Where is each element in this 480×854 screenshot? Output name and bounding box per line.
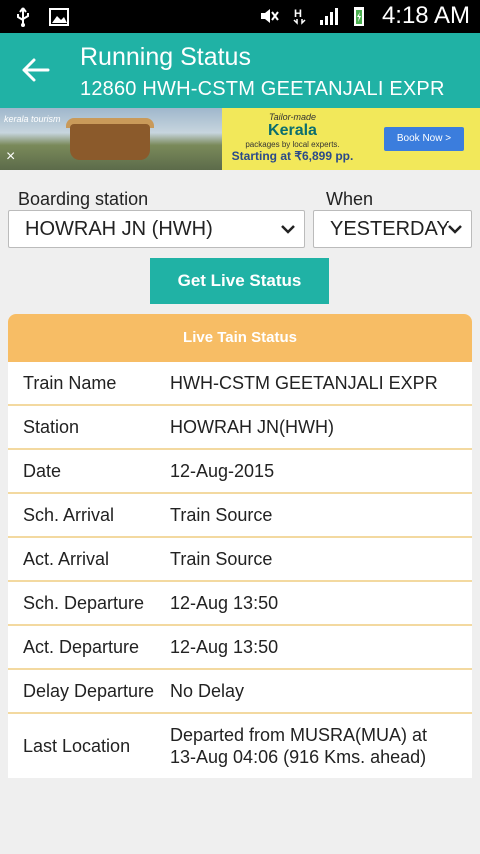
chevron-down-icon xyxy=(281,225,295,234)
row-value: 12-Aug 13:50 xyxy=(170,593,279,613)
when-value: YESTERDAY xyxy=(330,218,450,240)
back-arrow-icon[interactable] xyxy=(20,55,54,85)
row-label: Sch. Arrival xyxy=(23,504,115,525)
when-select[interactable]: YESTERDAY xyxy=(313,210,472,248)
svg-text:H: H xyxy=(294,8,302,20)
boarding-station-value: HOWRAH JN (HWH) xyxy=(25,218,213,240)
usb-icon xyxy=(17,7,29,27)
row-value: HOWRAH JN(HWH) xyxy=(170,417,334,437)
ad-houseboat-image: kerala tourism × xyxy=(0,108,222,170)
table-row: Last Location Departed from MUSRA(MUA) at… xyxy=(8,714,472,778)
table-row: Act. Arrival Train Source xyxy=(8,538,472,582)
status-bar: H 4:18 AM xyxy=(0,0,480,33)
live-status-table: Live Tain Status Train Name HWH-CSTM GEET… xyxy=(8,314,472,778)
chevron-down-icon xyxy=(447,223,463,235)
table-header: Live Tain Status xyxy=(8,314,472,362)
row-value: Departed from MUSRA(MUA) at 13-Aug 04:06… xyxy=(170,725,428,767)
signal-icon xyxy=(319,8,338,25)
get-live-status-button[interactable]: Get Live Status xyxy=(150,258,329,304)
row-label: Act. Departure xyxy=(23,636,140,657)
boarding-station-select[interactable]: HOWRAH JN (HWH) xyxy=(8,210,305,248)
h-signal-icon: H xyxy=(293,8,306,25)
app-bar: Running Status 12860 HWH-CSTM GEETANJALI… xyxy=(0,33,480,108)
table-row: Sch. Arrival Train Source xyxy=(8,494,472,538)
table-row: Train Name HWH-CSTM GEETANJALI EXPR xyxy=(8,362,472,406)
row-label: Last Location xyxy=(23,735,131,756)
clock: 4:18 AM xyxy=(381,2,470,29)
ad-logo: kerala tourism xyxy=(4,114,61,124)
train-subtitle: 12860 HWH-CSTM GEETANJALI EXPR xyxy=(80,78,445,100)
page-title: Running Status xyxy=(80,43,251,71)
ad-book-now-button[interactable]: Book Now > xyxy=(384,127,464,151)
row-value: No Delay xyxy=(170,681,245,701)
row-value: Train Source xyxy=(170,505,273,525)
image-icon xyxy=(49,8,69,26)
ad-banner[interactable]: kerala tourism × Tailor-made Kerala pack… xyxy=(0,108,480,170)
when-label: When xyxy=(326,189,374,209)
row-label: Station xyxy=(23,416,80,437)
boarding-station-label: Boarding station xyxy=(18,189,149,209)
mute-icon xyxy=(260,9,279,23)
battery-icon xyxy=(353,7,364,26)
table-row: Act. Departure 12-Aug 13:50 xyxy=(8,626,472,670)
row-label: Delay Departure xyxy=(23,680,155,701)
row-value: 12-Aug-2015 xyxy=(170,461,275,481)
row-value: 12-Aug 13:50 xyxy=(170,637,279,657)
table-row: Delay Departure No Delay xyxy=(8,670,472,714)
ad-close-icon[interactable]: × xyxy=(6,148,15,166)
table-row: Sch. Departure 12-Aug 13:50 xyxy=(8,582,472,626)
row-value: HWH-CSTM GEETANJALI EXPR xyxy=(170,373,438,393)
row-value: Train Source xyxy=(170,549,273,569)
ad-copy: Tailor-made Kerala packages by local exp… xyxy=(231,112,354,163)
row-label: Date xyxy=(23,460,62,481)
table-row: Date 12-Aug-2015 xyxy=(8,450,472,494)
row-label: Train Name xyxy=(23,372,117,393)
row-label: Act. Arrival xyxy=(23,548,110,569)
table-row: Station HOWRAH JN(HWH) xyxy=(8,406,472,450)
row-label: Sch. Departure xyxy=(23,592,145,613)
